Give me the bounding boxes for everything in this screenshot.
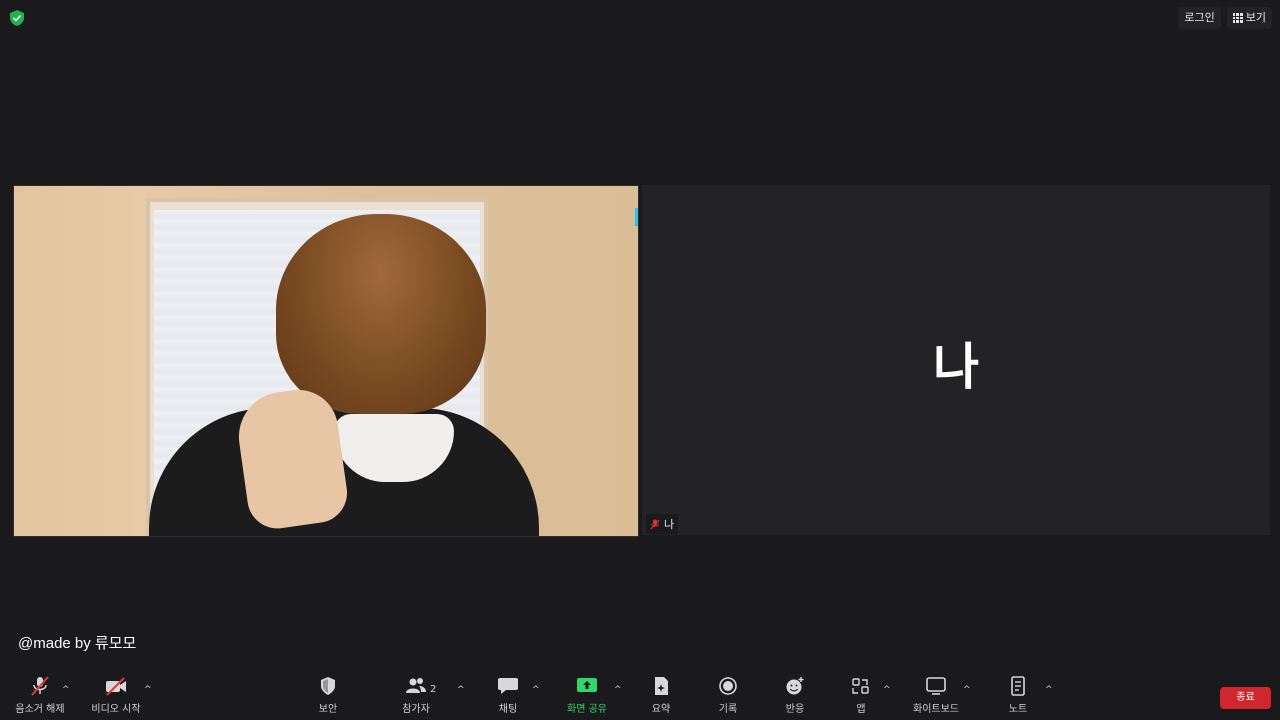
share-options-caret[interactable]: ^	[614, 685, 622, 695]
reactions-label: 반응	[785, 704, 805, 715]
record-label: 기록	[718, 704, 738, 715]
chat-options-caret[interactable]: ^	[532, 685, 540, 695]
view-button[interactable]: 보기	[1226, 7, 1272, 29]
login-button[interactable]: 로그인	[1178, 7, 1221, 29]
whiteboard-options-caret[interactable]: ^	[963, 685, 971, 695]
video-options-caret[interactable]: ^	[144, 685, 152, 695]
shield-icon	[321, 677, 335, 695]
notes-icon	[1011, 676, 1025, 696]
participants-label: 참가자	[402, 704, 430, 715]
apps-options-caret[interactable]: ^	[883, 685, 891, 695]
record-icon	[719, 677, 737, 695]
start-video-label: 비디오 시작	[91, 704, 141, 715]
chat-button[interactable]: 채팅	[473, 676, 543, 715]
login-label: 로그인	[1184, 11, 1215, 24]
share-screen-button[interactable]: 화면 공유	[552, 676, 622, 715]
chat-bubble-icon	[498, 678, 518, 694]
self-name-label: 나	[664, 518, 675, 531]
muted-mic-icon	[650, 519, 660, 529]
participants-icon	[406, 678, 426, 693]
share-screen-label: 화면 공유	[567, 704, 607, 715]
summary-document-icon	[655, 677, 668, 695]
participants-button[interactable]: 참가자	[381, 676, 451, 715]
emoji-reaction-icon	[786, 677, 804, 695]
apps-button[interactable]: 앱	[826, 676, 896, 715]
grid-view-icon	[1232, 13, 1243, 23]
security-label: 보안	[318, 704, 338, 715]
summary-button[interactable]: 요약	[626, 676, 696, 715]
view-label: 보기	[1245, 11, 1266, 24]
security-shield-icon[interactable]	[10, 10, 24, 26]
summary-label: 요약	[651, 704, 671, 715]
notes-options-caret[interactable]: ^	[1045, 685, 1053, 695]
start-video-button[interactable]: 비디오 시작	[81, 676, 151, 715]
unmute-button[interactable]: 음소거 해제	[5, 676, 75, 715]
self-initial: 나	[933, 338, 979, 396]
chat-label: 채팅	[498, 704, 518, 715]
end-meeting-button[interactable]: 종료	[1220, 687, 1271, 709]
self-video-tile[interactable]: 나 나	[642, 185, 1270, 535]
audio-options-caret[interactable]: ^	[62, 685, 70, 695]
speaking-indicator	[635, 208, 638, 226]
participants-options-caret[interactable]: ^	[457, 685, 465, 695]
whiteboard-icon	[926, 677, 946, 695]
record-button[interactable]: 기록	[693, 676, 763, 715]
self-name-tag: 나	[646, 514, 679, 534]
muted-microphone-icon	[31, 676, 49, 696]
notes-label: 노트	[1008, 704, 1028, 715]
apps-icon	[852, 678, 869, 694]
watermark-text: @made by 류모모	[18, 635, 137, 652]
notes-button[interactable]: 노트	[983, 676, 1053, 715]
video-off-icon	[106, 677, 126, 696]
whiteboard-label: 화이트보드	[913, 704, 959, 715]
reactions-button[interactable]: 반응	[760, 676, 830, 715]
participants-count: 2	[430, 684, 437, 695]
apps-label: 앱	[856, 704, 866, 715]
whiteboard-button[interactable]: 화이트보드	[901, 676, 971, 715]
unmute-label: 음소거 해제	[15, 704, 65, 715]
meeting-toolbar: 음소거 해제 ^ 비디오 시작 ^ 보안 참가자 2 ^ 채팅 ^ 화면 공유 …	[0, 676, 1280, 720]
video-person-head	[276, 214, 486, 414]
security-button[interactable]: 보안	[293, 676, 363, 715]
participant-video-tile[interactable]	[13, 185, 639, 537]
share-screen-icon	[577, 678, 597, 692]
